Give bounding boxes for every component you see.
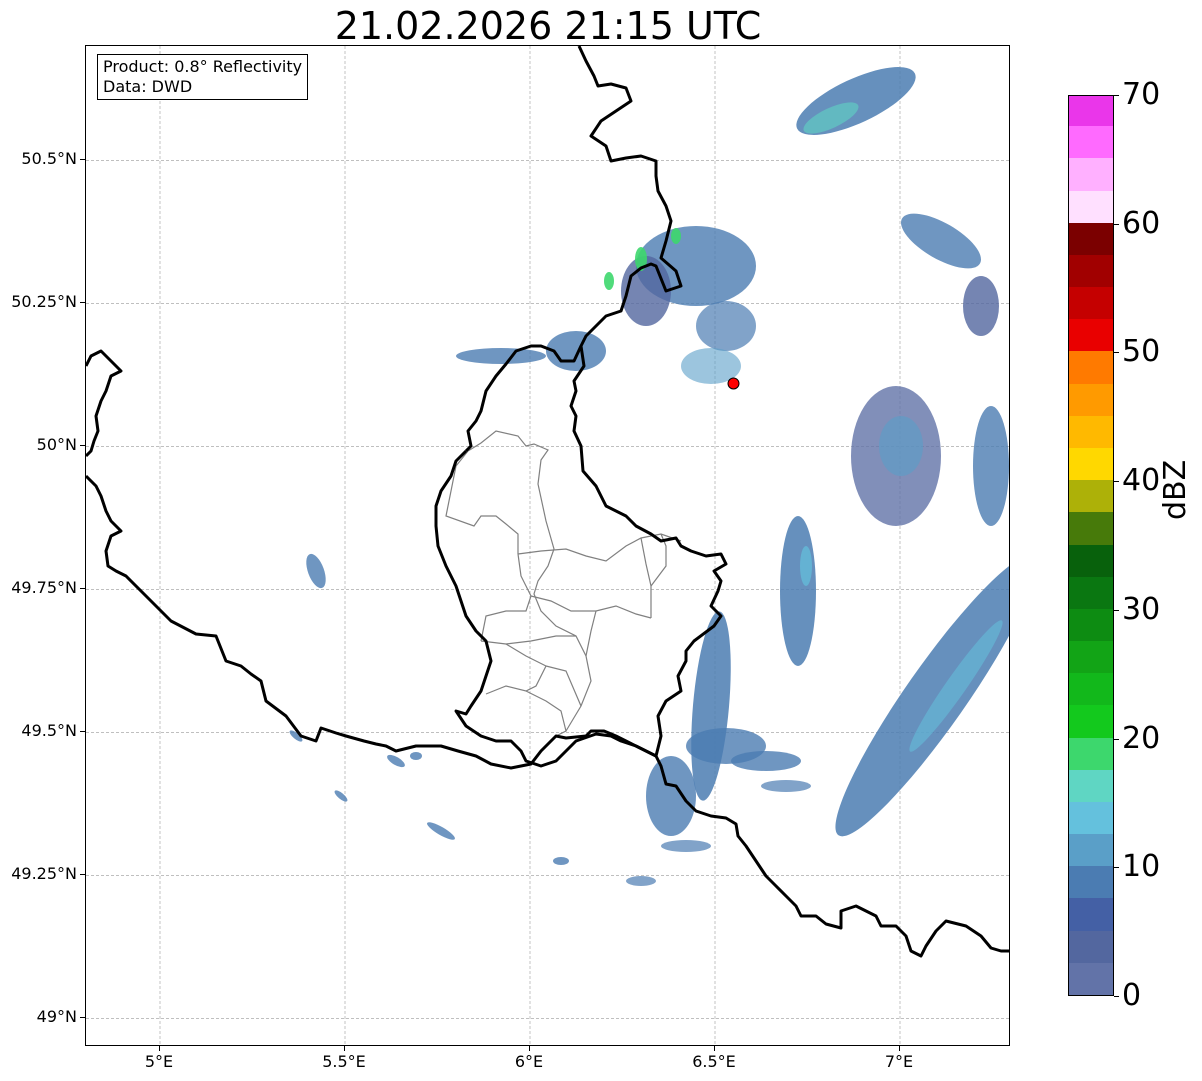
colorbar-segment [1069,157,1113,191]
colorbar-tick-mark [1114,223,1119,225]
colorbar-label: dBZ [1158,459,1193,520]
colorbar-segment [1069,254,1113,288]
latitude-tick-mark [80,1017,85,1019]
map-canvas [86,46,1009,1045]
colorbar-tick-mark [1114,867,1119,869]
colorbar-segment [1069,962,1113,995]
colorbar-tick-mark [1114,609,1119,611]
latitude-tick-label: 50.5°N [21,149,77,169]
colorbar-segment [1069,96,1113,127]
longitude-tick-mark [159,1046,160,1051]
latitude-tick-label: 50°N [36,435,77,455]
longitude-tick-label: 6.5°E [692,1052,736,1071]
gridlines [86,46,1009,1045]
colorbar-segment [1069,897,1113,931]
colorbar-segment [1069,865,1113,899]
longitude-tick-mark [899,1046,900,1051]
longitude-tick-label: 5.5°E [322,1052,366,1071]
colorbar-tick-mark [1114,996,1119,997]
latitude-tick-label: 50.25°N [11,292,77,312]
reflectivity-echoes [289,67,1009,886]
colorbar-tick-label: 10 [1122,849,1161,885]
colorbar-segment [1069,737,1113,770]
colorbar-tick-mark [1114,738,1119,740]
radar-site-marker [727,377,740,390]
colorbar-segment [1069,190,1113,223]
latitude-tick-mark [80,731,85,733]
colorbar-segment [1069,801,1113,835]
colorbar-segment [1069,415,1113,448]
colorbar-segment [1069,930,1113,963]
latitude-tick-label: 49°N [36,1007,77,1027]
colorbar-segment [1069,479,1113,513]
colorbar-segment [1069,222,1113,255]
latitude-tick-mark [80,588,85,590]
colorbar-segment [1069,447,1113,481]
colorbar-segment [1069,833,1113,867]
colorbar-tick-label: 20 [1122,720,1161,756]
colorbar-tick-label: 30 [1122,591,1161,627]
longitude-tick-label: 7°E [884,1052,914,1071]
colorbar-segment [1069,350,1113,384]
radar-map [85,45,1010,1046]
colorbar-segment [1069,511,1113,545]
longitude-tick-mark [529,1046,530,1051]
colorbar-tick-mark [1114,352,1119,354]
latitude-tick-label: 49.5°N [21,721,77,741]
latitude-tick-label: 49.25°N [11,864,77,884]
latitude-tick-mark [80,874,85,876]
product-label: Product: 0.8° Reflectivity [103,57,303,76]
latitude-tick-label: 49.75°N [11,578,77,598]
latitude-tick-mark [80,302,85,304]
colorbar-tick-label: 50 [1122,334,1161,370]
colorbar-tick-label: 0 [1122,978,1142,1013]
longitude-tick-mark [714,1046,715,1051]
colorbar-segment [1069,608,1113,642]
longitude-tick-label: 6°E [514,1052,544,1071]
colorbar-segment [1069,318,1113,352]
colorbar-segment [1069,769,1113,802]
longitude-tick-mark [344,1046,345,1051]
colorbar-segment [1069,576,1113,609]
colorbar-tick-mark [1114,481,1119,483]
colorbar-tick-label: 60 [1122,205,1161,241]
colorbar-tick-label: 70 [1122,77,1161,112]
colorbar-segment [1069,704,1113,738]
latitude-tick-mark [80,159,85,161]
map-title: 21.02.2026 21:15 UTC [334,4,762,48]
colorbar-tick-label: 40 [1122,463,1161,499]
colorbar-segment [1069,383,1113,416]
colorbar-segment [1069,544,1113,577]
colorbar-segment [1069,672,1113,706]
latitude-tick-mark [80,445,85,447]
product-info-box: Product: 0.8° Reflectivity Data: DWD [97,54,309,100]
colorbar-segment [1069,286,1113,320]
longitude-tick-label: 5°E [144,1052,174,1071]
colorbar-segment [1069,125,1113,159]
data-source-label: Data: DWD [103,77,193,96]
colorbar-tick-mark [1114,95,1119,96]
colorbar [1068,95,1114,996]
colorbar-segment [1069,640,1113,674]
